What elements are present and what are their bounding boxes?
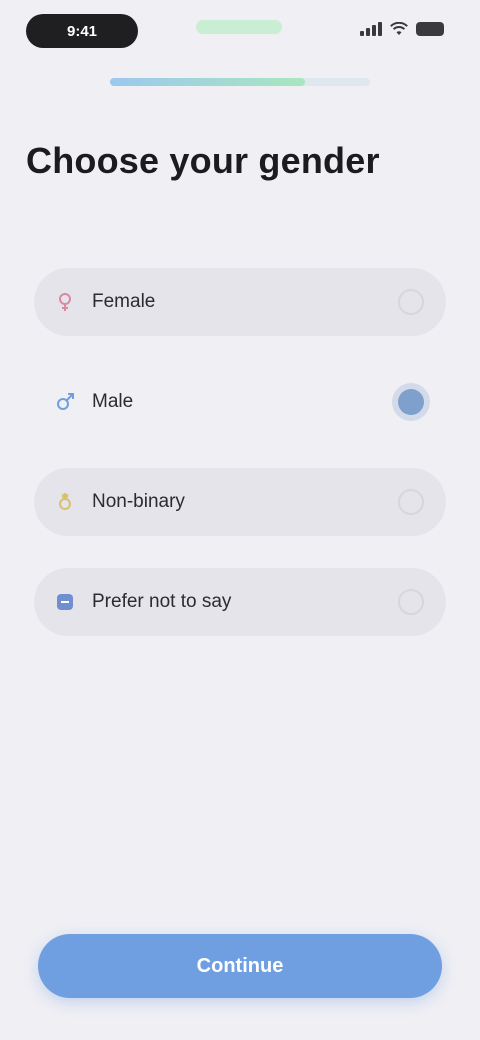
progress-fill [110, 78, 305, 86]
wifi-icon [390, 22, 408, 35]
radio-button[interactable] [398, 289, 424, 315]
option-label: Non-binary [92, 491, 185, 512]
page-title: Choose your gender [26, 140, 380, 181]
radio-button[interactable] [398, 589, 424, 615]
dynamic-island-indicator [196, 20, 282, 34]
status-bar: 9:41 [0, 0, 480, 60]
radio-button[interactable] [398, 489, 424, 515]
gender-selection-screen: 9:41 Choose your gender Female Male Non-… [0, 0, 480, 1040]
continue-button[interactable]: Continue [38, 934, 442, 998]
progress-bar [110, 78, 370, 86]
option-label: Female [92, 291, 156, 312]
option-female[interactable]: Female [34, 268, 446, 336]
option-non-binary[interactable]: Non-binary [34, 468, 446, 536]
option-label: Male [92, 391, 134, 412]
male-icon [54, 391, 76, 413]
option-male[interactable]: Male [34, 368, 446, 436]
female-icon [54, 291, 76, 313]
signal-icon [360, 22, 382, 36]
non-binary-icon [54, 491, 76, 513]
battery-icon [416, 22, 444, 36]
prefer-not-icon [54, 591, 76, 613]
option-prefer-not-to-say[interactable]: Prefer not to say [34, 568, 446, 636]
status-icons [360, 22, 444, 36]
option-label: Prefer not to say [92, 591, 232, 612]
status-time: 9:41 [26, 14, 138, 48]
gender-options-list: Female Male Non-binary Prefer not to say [34, 268, 446, 668]
radio-button[interactable] [398, 389, 424, 415]
